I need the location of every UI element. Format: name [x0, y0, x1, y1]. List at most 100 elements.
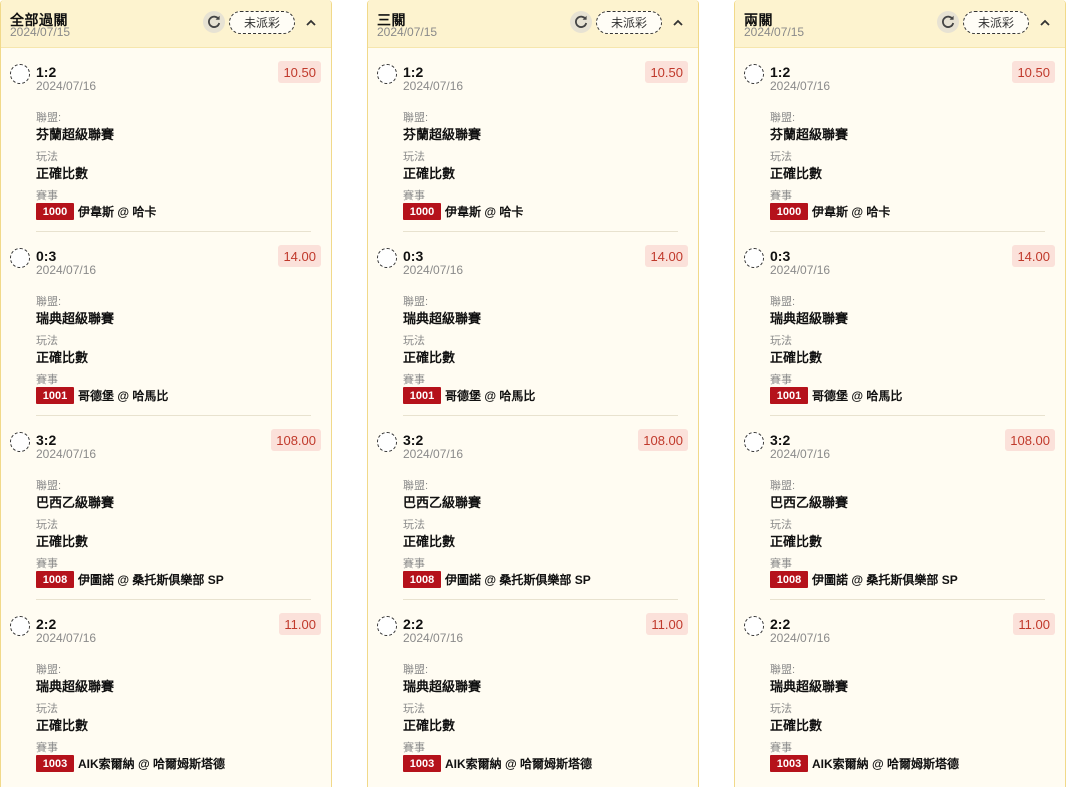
panel-header: 全部過關 2024/07/15 未派彩 — [1, 0, 331, 48]
league-label: 聯盟: — [36, 480, 62, 492]
collapse-button[interactable] — [301, 13, 321, 33]
match-name: 伊韋斯 @ 哈卡 — [812, 205, 891, 219]
bet-select-checkbox[interactable] — [10, 616, 30, 636]
bet-item: 1:2 2024/07/16 10.50 聯盟: 芬蘭超級聯賽 玩法 正確比數 … — [735, 48, 1065, 232]
bet-odds: 14.00 — [1012, 245, 1055, 267]
bet-odds: 11.00 — [1013, 613, 1055, 635]
bet-select-checkbox[interactable] — [10, 64, 30, 84]
panel-date: 2024/07/15 — [10, 25, 71, 39]
chevron-up-icon — [1040, 19, 1050, 26]
bet-panel-trixie: 三關 2024/07/15 未派彩 1:2 2024/07/16 10.50 聯… — [367, 0, 699, 787]
collapse-button[interactable] — [1035, 13, 1055, 33]
bet-odds: 11.00 — [646, 613, 688, 635]
match-row: 1008 伊圖諾 @ 桑托斯俱樂部 SP — [770, 571, 958, 588]
match-label: 賽事 — [770, 190, 792, 202]
play-label: 玩法 — [36, 151, 58, 163]
bet-item: 3:2 2024/07/16 108.00 聯盟: 巴西乙級聯賽 玩法 正確比數… — [735, 416, 1065, 600]
play-value: 正確比數 — [36, 718, 89, 733]
bet-item: 0:3 2024/07/16 14.00 聯盟: 瑞典超級聯賽 玩法 正確比數 … — [368, 232, 698, 416]
bet-select-checkbox[interactable] — [744, 64, 764, 84]
bet-item: 3:2 2024/07/16 108.00 聯盟: 巴西乙級聯賽 玩法 正確比數… — [1, 416, 331, 600]
status-filter-pill[interactable]: 未派彩 — [229, 11, 295, 34]
match-label: 賽事 — [36, 190, 58, 202]
bet-select-checkbox[interactable] — [10, 248, 30, 268]
bet-score: 2:2 — [36, 616, 57, 632]
bet-date: 2024/07/16 — [36, 79, 97, 93]
bet-date: 2024/07/16 — [36, 631, 97, 645]
bet-panel-all-parlay: 全部過關 2024/07/15 未派彩 1:2 2024/07/16 10.50… — [0, 0, 332, 787]
league-value: 瑞典超級聯賽 — [403, 679, 482, 694]
match-row: 1003 AIK索爾納 @ 哈爾姆斯塔德 — [770, 755, 959, 772]
bet-odds: 10.50 — [1012, 61, 1055, 83]
bet-odds: 14.00 — [278, 245, 321, 267]
bet-date: 2024/07/16 — [770, 263, 831, 277]
match-code-badge: 1008 — [36, 571, 74, 588]
bet-date: 2024/07/16 — [770, 447, 831, 461]
bet-item: 1:2 2024/07/16 10.50 聯盟: 芬蘭超級聯賽 玩法 正確比數 … — [1, 48, 331, 232]
match-label: 賽事 — [403, 742, 425, 754]
league-value: 芬蘭超級聯賽 — [36, 127, 115, 142]
bet-item: 3:2 2024/07/16 108.00 聯盟: 巴西乙級聯賽 玩法 正確比數… — [368, 416, 698, 600]
bet-select-checkbox[interactable] — [744, 616, 764, 636]
play-label: 玩法 — [770, 335, 792, 347]
match-row: 1001 哥德堡 @ 哈馬比 — [403, 387, 535, 404]
bet-odds: 108.00 — [638, 429, 688, 451]
bet-select-checkbox[interactable] — [744, 248, 764, 268]
match-code-badge: 1001 — [403, 387, 441, 404]
match-code-badge: 1003 — [36, 755, 74, 772]
match-name: AIK索爾納 @ 哈爾姆斯塔德 — [445, 757, 593, 771]
bet-date: 2024/07/16 — [36, 447, 97, 461]
play-value: 正確比數 — [36, 350, 89, 365]
play-label: 玩法 — [770, 151, 792, 163]
match-code-badge: 1000 — [403, 203, 441, 220]
bet-date: 2024/07/16 — [403, 263, 464, 277]
match-label: 賽事 — [770, 374, 792, 386]
match-code-badge: 1008 — [770, 571, 808, 588]
bet-select-checkbox[interactable] — [744, 432, 764, 452]
match-code-badge: 1000 — [36, 203, 74, 220]
match-row: 1008 伊圖諾 @ 桑托斯俱樂部 SP — [36, 571, 224, 588]
bet-select-checkbox[interactable] — [377, 248, 397, 268]
collapse-button[interactable] — [668, 13, 688, 33]
refresh-icon — [208, 15, 221, 28]
chevron-up-icon — [673, 19, 683, 26]
bet-date: 2024/07/16 — [770, 79, 831, 93]
bet-score: 3:2 — [403, 432, 424, 448]
bet-item: 2:2 2024/07/16 11.00 聯盟: 瑞典超級聯賽 玩法 正確比數 … — [1, 600, 331, 784]
bet-select-checkbox[interactable] — [377, 616, 397, 636]
status-filter-pill[interactable]: 未派彩 — [963, 11, 1029, 34]
play-value: 正確比數 — [403, 534, 456, 549]
bet-select-checkbox[interactable] — [377, 64, 397, 84]
match-name: 哥德堡 @ 哈馬比 — [78, 389, 169, 403]
bet-score: 1:2 — [770, 64, 791, 80]
bet-score: 0:3 — [36, 248, 57, 264]
bet-score: 1:2 — [403, 64, 424, 80]
bet-score: 0:3 — [770, 248, 791, 264]
match-code-badge: 1000 — [770, 203, 808, 220]
bet-item: 0:3 2024/07/16 14.00 聯盟: 瑞典超級聯賽 玩法 正確比數 … — [735, 232, 1065, 416]
play-label: 玩法 — [36, 335, 58, 347]
league-value: 芬蘭超級聯賽 — [403, 127, 482, 142]
play-label: 玩法 — [770, 703, 792, 715]
match-name: 伊韋斯 @ 哈卡 — [78, 205, 157, 219]
panel-header: 兩關 2024/07/15 未派彩 — [735, 0, 1065, 48]
match-row: 1000 伊韋斯 @ 哈卡 — [770, 203, 890, 220]
match-name: 伊韋斯 @ 哈卡 — [445, 205, 524, 219]
league-label: 聯盟: — [36, 296, 62, 308]
match-name: 伊圖諾 @ 桑托斯俱樂部 SP — [78, 573, 224, 587]
bet-odds: 11.00 — [279, 613, 321, 635]
bet-odds: 10.50 — [645, 61, 688, 83]
match-code-badge: 1003 — [403, 755, 441, 772]
bet-date: 2024/07/16 — [36, 263, 97, 277]
play-value: 正確比數 — [403, 166, 456, 181]
match-name: 哥德堡 @ 哈馬比 — [812, 389, 903, 403]
refresh-button[interactable] — [203, 11, 225, 33]
status-filter-pill[interactable]: 未派彩 — [596, 11, 662, 34]
league-value: 巴西乙級聯賽 — [770, 495, 849, 510]
bet-select-checkbox[interactable] — [10, 432, 30, 452]
refresh-button[interactable] — [570, 11, 592, 33]
league-label: 聯盟: — [770, 480, 796, 492]
bet-score: 3:2 — [770, 432, 791, 448]
bet-select-checkbox[interactable] — [377, 432, 397, 452]
refresh-button[interactable] — [937, 11, 959, 33]
